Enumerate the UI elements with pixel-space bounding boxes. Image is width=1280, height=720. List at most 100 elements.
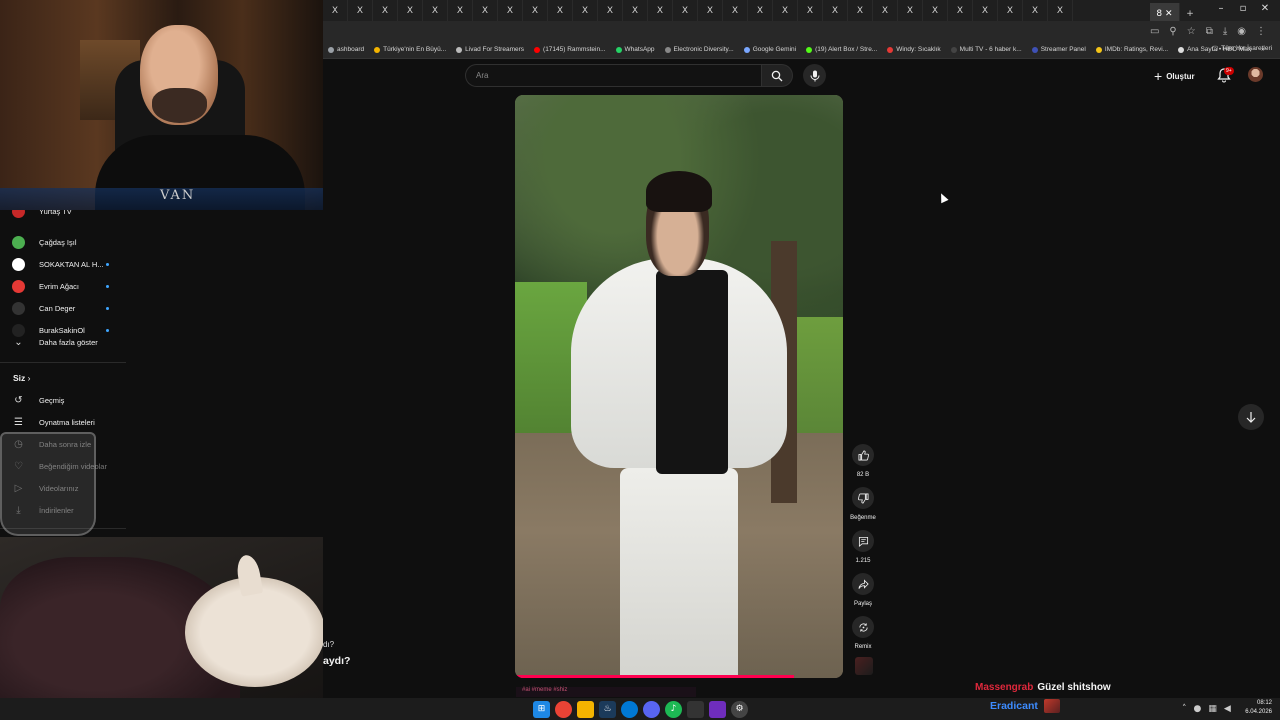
browser-tab[interactable]: X: [773, 0, 798, 21]
avatar[interactable]: [1248, 67, 1263, 82]
bookmark-item[interactable]: Windy: Sıcaklık: [882, 46, 945, 53]
bookmark-favicon-icon: [456, 46, 463, 53]
bookmark-item[interactable]: Türkiye'nin En Büyü...: [369, 46, 451, 53]
browser-tab[interactable]: X: [748, 0, 773, 21]
next-short-button[interactable]: [1238, 404, 1264, 430]
bookmark-item[interactable]: WhatsApp: [611, 46, 660, 53]
browser-tab[interactable]: X: [1048, 0, 1073, 21]
edge-icon[interactable]: [621, 700, 638, 718]
new-content-dot: [106, 306, 109, 310]
browser-tab[interactable]: X: [673, 0, 698, 21]
new-content-dot: [106, 284, 109, 288]
settings-icon[interactable]: ⚙: [731, 700, 748, 718]
bookmark-item[interactable]: IMDb: Ratings, Revi...: [1091, 46, 1173, 53]
zoom-icon[interactable]: ⚲: [1169, 26, 1176, 37]
cam-shirt-logo: VAN: [160, 188, 196, 203]
browser-tab[interactable]: X: [523, 0, 548, 21]
like-button[interactable]: [852, 444, 874, 466]
browser-tab[interactable]: X: [598, 0, 623, 21]
sound-thumbnail[interactable]: [855, 657, 873, 675]
browser-tab[interactable]: X: [448, 0, 473, 21]
chrome-icon[interactable]: [555, 700, 572, 718]
you-section-header[interactable]: Siz ›: [13, 373, 31, 383]
browser-tab[interactable]: X: [423, 0, 448, 21]
browser-tab[interactable]: X: [373, 0, 398, 21]
bookmark-item[interactable]: Streamer Panel: [1027, 46, 1091, 53]
network-icon[interactable]: ▦: [1208, 704, 1217, 714]
bookmark-label: Streamer Panel: [1040, 46, 1086, 53]
sidebar-subscription[interactable]: Evrim Ağacı: [0, 276, 126, 296]
video-progress-bar[interactable]: [515, 675, 794, 678]
browser-tab[interactable]: X: [498, 0, 523, 21]
active-tab-label: 8: [1156, 8, 1163, 19]
chevron-up-icon[interactable]: ˄: [1182, 704, 1187, 714]
browser-tab[interactable]: X: [398, 0, 423, 21]
browser-tab[interactable]: X: [473, 0, 498, 21]
profile-icon[interactable]: ◉: [1237, 26, 1246, 37]
channel-name: Can Deger: [39, 303, 76, 313]
all-bookmarks[interactable]: ▢ Tüm Yer İşaretleri: [1212, 44, 1272, 53]
extensions-icon[interactable]: ⧉: [1206, 26, 1213, 37]
bookmark-item[interactable]: Livad For Streamers: [451, 46, 529, 53]
browser-tab[interactable]: X: [323, 0, 348, 21]
show-more-button[interactable]: ⌄ Daha fazla göster: [0, 332, 126, 352]
download-icon[interactable]: ⤓: [1223, 26, 1227, 37]
browser-tab[interactable]: X: [623, 0, 648, 21]
bookmark-item[interactable]: (17145) Rammstein...: [529, 46, 611, 53]
search-button[interactable]: [761, 64, 793, 87]
browser-tab[interactable]: X: [923, 0, 948, 21]
browser-tab[interactable]: X: [873, 0, 898, 21]
discord-icon[interactable]: [643, 700, 660, 718]
epic-games-icon[interactable]: [687, 700, 704, 718]
browser-tab[interactable]: X: [898, 0, 923, 21]
bookmark-item[interactable]: Electronic Diversity...: [660, 46, 739, 53]
cast-icon[interactable]: ▭: [1150, 26, 1159, 37]
mouse-cursor: [937, 191, 949, 204]
volume-icon[interactable]: ◀: [1224, 704, 1231, 714]
notification-badge: 9+: [1224, 67, 1234, 75]
sidebar-subscription[interactable]: Can Deger: [0, 298, 126, 318]
browser-tab[interactable]: X: [973, 0, 998, 21]
short-video-player[interactable]: [515, 95, 843, 678]
minimize-button[interactable]: –: [1210, 3, 1232, 14]
sidebar-subscription[interactable]: Çağdaş Işıl: [0, 232, 126, 252]
bookmark-item[interactable]: ashboard: [323, 46, 369, 53]
comments-button[interactable]: [852, 530, 874, 552]
bookmark-item[interactable]: (19) Alert Box / Stre...: [801, 46, 882, 53]
browser-tab[interactable]: X: [848, 0, 873, 21]
browser-tab[interactable]: X: [1023, 0, 1048, 21]
bookmark-item[interactable]: Google Gemini: [739, 46, 801, 53]
browser-tab[interactable]: X: [723, 0, 748, 21]
browser-tab[interactable]: X: [648, 0, 673, 21]
twitch-app-icon[interactable]: [709, 700, 726, 718]
browser-tab[interactable]: X: [823, 0, 848, 21]
browser-tab[interactable]: X: [548, 0, 573, 21]
browser-tab[interactable]: X: [948, 0, 973, 21]
menu-icon[interactable]: ⋮: [1256, 26, 1266, 37]
bookmark-item[interactable]: Multi TV - 6 haber k...: [946, 46, 1027, 53]
browser-tab[interactable]: X: [798, 0, 823, 21]
browser-tab[interactable]: X: [573, 0, 598, 21]
share-button[interactable]: [852, 573, 874, 595]
folder-icon[interactable]: [577, 700, 594, 718]
star-icon[interactable]: ☆: [1187, 26, 1196, 37]
sidebar-subscription[interactable]: SOKAKTAN AL H...: [0, 254, 126, 274]
sidebar-item[interactable]: ↺ Geçmiş: [0, 390, 126, 410]
remix-button[interactable]: [852, 616, 874, 638]
share-icon: [858, 578, 869, 589]
windows-start-icon[interactable]: ⊞: [533, 700, 550, 718]
browser-tab[interactable]: X: [998, 0, 1023, 21]
voice-search-button[interactable]: [803, 64, 826, 87]
dislike-button[interactable]: [852, 487, 874, 509]
steam-icon[interactable]: ♨: [599, 700, 616, 718]
sidebar-item[interactable]: ☰ Oynatma listeleri: [0, 412, 126, 432]
browser-tab[interactable]: X: [348, 0, 373, 21]
maximize-button[interactable]: ▫: [1232, 3, 1254, 14]
create-button[interactable]: + Oluştur: [1154, 66, 1195, 86]
spotify-icon[interactable]: ♪: [665, 700, 682, 718]
microphone-tray-icon[interactable]: ●: [1194, 704, 1202, 714]
search-input[interactable]: Ara: [465, 64, 761, 87]
close-window-button[interactable]: ✕: [1254, 3, 1276, 14]
browser-tab[interactable]: X: [698, 0, 723, 21]
system-clock[interactable]: 08:12 6.04.2026: [1240, 699, 1272, 717]
